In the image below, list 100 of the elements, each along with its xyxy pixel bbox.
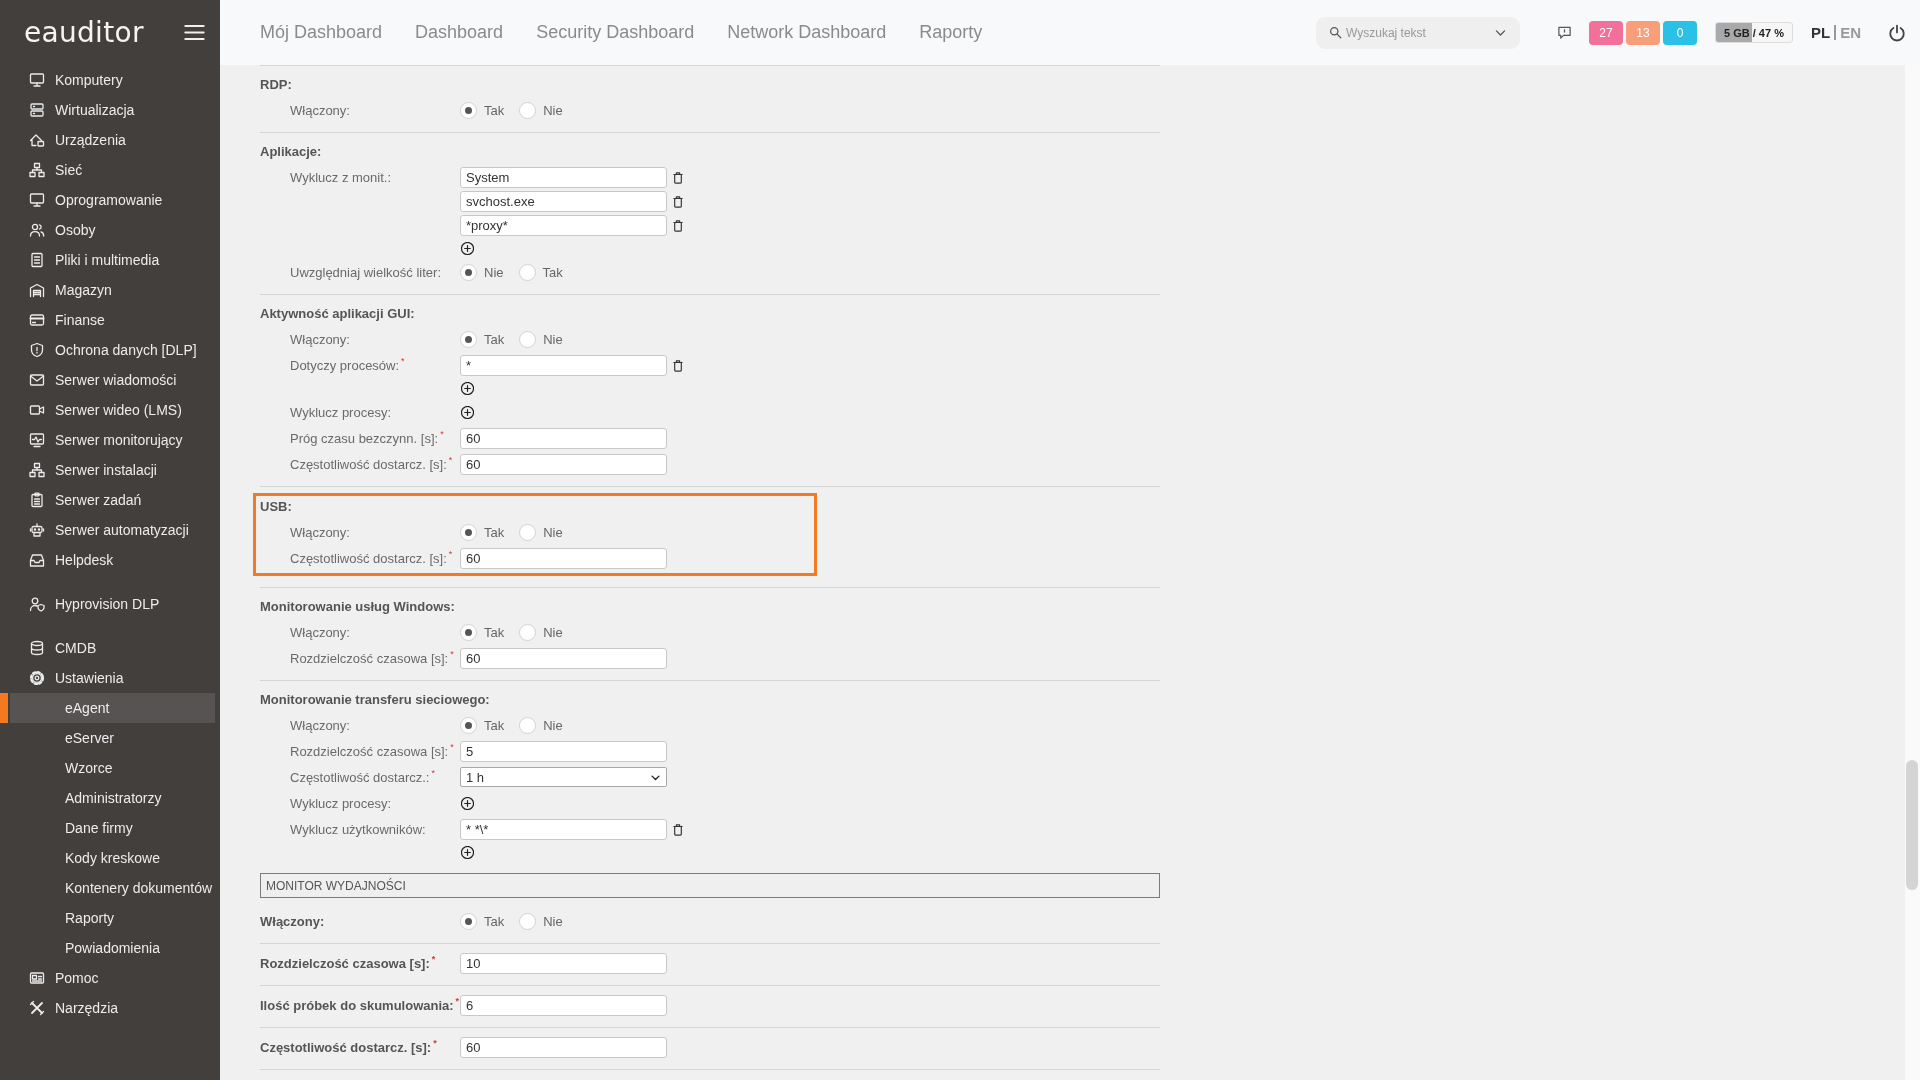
radio-button[interactable] bbox=[460, 717, 477, 734]
sidebar-item[interactable]: Finanse bbox=[0, 305, 220, 335]
radio-label: Nie bbox=[543, 332, 563, 347]
text-field[interactable]: 60 bbox=[460, 548, 667, 569]
power-icon[interactable] bbox=[1888, 23, 1906, 42]
logo[interactable]: eauditor bbox=[24, 16, 144, 49]
field-label: Włączony: bbox=[289, 624, 351, 642]
scrollbar-thumb[interactable] bbox=[1906, 760, 1918, 890]
sidebar-item[interactable]: Ochrona danych [DLP] bbox=[0, 335, 220, 365]
sidebar-item[interactable]: Narzędzia bbox=[0, 993, 220, 1023]
radio-button[interactable] bbox=[460, 913, 477, 930]
add-icon[interactable] bbox=[461, 241, 474, 255]
text-field[interactable]: 5 bbox=[460, 741, 667, 762]
text-field[interactable]: 60 bbox=[460, 454, 667, 475]
sidebar-subitem[interactable]: Raporty bbox=[0, 903, 215, 933]
radio-button[interactable] bbox=[519, 524, 537, 541]
sidebar-subitem[interactable]: Wzorce bbox=[0, 753, 215, 783]
radio-button[interactable] bbox=[460, 102, 477, 119]
sidebar-item[interactable]: Osoby bbox=[0, 215, 220, 245]
radio-button[interactable] bbox=[519, 331, 537, 348]
radio-button[interactable] bbox=[460, 524, 477, 541]
shield-icon bbox=[29, 342, 45, 358]
add-icon[interactable] bbox=[461, 406, 474, 419]
trash-icon[interactable] bbox=[673, 195, 683, 208]
message-alert-icon[interactable] bbox=[1557, 25, 1572, 40]
sidebar-item[interactable]: Oprogramowanie bbox=[0, 185, 220, 215]
section-title: Aplikacje: bbox=[260, 143, 323, 161]
sidebar-subitem[interactable]: Administratorzy bbox=[0, 783, 215, 813]
radio-button[interactable] bbox=[519, 717, 537, 734]
radio-button[interactable] bbox=[460, 331, 477, 348]
network-icon bbox=[29, 162, 45, 178]
monitor-icon bbox=[29, 72, 45, 88]
menu-icon[interactable] bbox=[184, 24, 205, 41]
text-field[interactable]: 6 bbox=[460, 995, 667, 1016]
add-icon[interactable] bbox=[461, 845, 474, 859]
document-icon bbox=[29, 252, 45, 268]
field-label: Rozdzielczość czasowa [s]:$^{*}$ bbox=[289, 741, 455, 761]
sidebar-subitem[interactable]: eServer bbox=[0, 723, 215, 753]
radio-label: Nie bbox=[543, 625, 563, 640]
text-field[interactable]: *proxy* bbox=[460, 215, 667, 236]
text-field[interactable]: 60 bbox=[460, 648, 667, 669]
sidebar-subitem[interactable]: Powiadomienia bbox=[0, 933, 215, 963]
radio-label: Nie bbox=[543, 525, 563, 540]
radio-button[interactable] bbox=[519, 624, 537, 641]
sidebar-item[interactable]: Hyprovision DLP bbox=[0, 589, 220, 619]
add-icon[interactable] bbox=[461, 797, 474, 810]
sidebar-item[interactable]: Urządzenia bbox=[0, 125, 220, 155]
text-field[interactable]: 10 bbox=[460, 953, 667, 974]
field-label: Częstotliwość dostarcz. [s]:$^{*}$ bbox=[289, 548, 454, 568]
video-camera-icon bbox=[29, 402, 45, 418]
sidebar-item[interactable]: Serwer zadań bbox=[0, 485, 220, 515]
trash-icon[interactable] bbox=[673, 171, 683, 184]
dropdown[interactable]: 1 h bbox=[460, 767, 667, 787]
trash-icon[interactable] bbox=[673, 219, 683, 232]
sidebar-item[interactable]: Ustawienia bbox=[0, 663, 220, 693]
sidebar-item[interactable]: Serwer wiadomości bbox=[0, 365, 220, 395]
sidebar-item[interactable]: Serwer automatyzacji bbox=[0, 515, 220, 545]
search-box[interactable]: Wyszukaj tekst bbox=[1316, 16, 1520, 49]
field-label: Częstotliwość dostarcz.:$^{*}$ bbox=[289, 767, 436, 787]
sidebar-item[interactable]: Magazyn bbox=[0, 275, 220, 305]
sidebar-item[interactable]: Komputery bbox=[0, 65, 220, 95]
sidebar-subitem[interactable]: Kontenery dokumentów bbox=[0, 873, 215, 903]
radio-button[interactable] bbox=[519, 913, 537, 930]
radio-button[interactable] bbox=[519, 102, 537, 119]
sidebar-item[interactable]: Serwer monitorujący bbox=[0, 425, 220, 455]
radio-label: Nie bbox=[543, 718, 563, 733]
radio-button[interactable] bbox=[518, 264, 536, 281]
sidebar-item[interactable]: Serwer wideo (LMS) bbox=[0, 395, 220, 425]
field-label: Rozdzielczość czasowa [s]:$^{*}$ bbox=[260, 953, 437, 973]
trash-icon[interactable] bbox=[673, 823, 683, 836]
section-title: Monitorowanie transferu sieciowego: bbox=[260, 691, 491, 709]
search-input[interactable]: Wyszukaj tekst bbox=[1346, 25, 1490, 40]
sidebar-subitem[interactable]: eAgent bbox=[0, 693, 215, 723]
users-icon bbox=[29, 222, 45, 238]
sidebar-item[interactable]: Pliki i multimedia bbox=[0, 245, 220, 275]
sidebar-subitem[interactable]: Dane firmy bbox=[0, 813, 215, 843]
text-field[interactable]: 60 bbox=[460, 428, 667, 449]
storage-text: 5 GB / 47 % bbox=[1724, 26, 1784, 39]
field-label: Rozdzielczość czasowa [s]:$^{*}$ bbox=[289, 648, 455, 668]
sidebar-item[interactable]: Pomoc bbox=[0, 963, 220, 993]
sidebar-item[interactable]: Sieć bbox=[0, 155, 220, 185]
text-field[interactable]: System bbox=[460, 167, 667, 188]
radio-label: Tak bbox=[484, 103, 505, 118]
field-label: Włączony: bbox=[289, 102, 351, 120]
trash-icon[interactable] bbox=[673, 359, 683, 372]
text-field[interactable]: * *\* bbox=[460, 819, 667, 840]
sidebar-subitem[interactable]: Kody kreskowe bbox=[0, 843, 215, 873]
text-field[interactable]: svchost.exe bbox=[460, 191, 667, 212]
text-field[interactable]: * bbox=[460, 355, 667, 376]
add-icon[interactable] bbox=[461, 381, 474, 395]
sidebar-item[interactable]: Helpdesk bbox=[0, 545, 220, 575]
database-icon bbox=[29, 640, 45, 656]
sidebar-item[interactable]: Wirtualizacja bbox=[0, 95, 220, 125]
sidebar-item[interactable]: Serwer instalacji bbox=[0, 455, 220, 485]
sidebar-item[interactable]: CMDB bbox=[0, 633, 220, 663]
inbox-icon bbox=[29, 552, 45, 568]
language-option[interactable]: PL bbox=[1811, 24, 1831, 41]
text-field[interactable]: 60 bbox=[460, 1037, 667, 1058]
radio-button[interactable] bbox=[460, 624, 477, 641]
radio-button[interactable] bbox=[460, 264, 477, 281]
